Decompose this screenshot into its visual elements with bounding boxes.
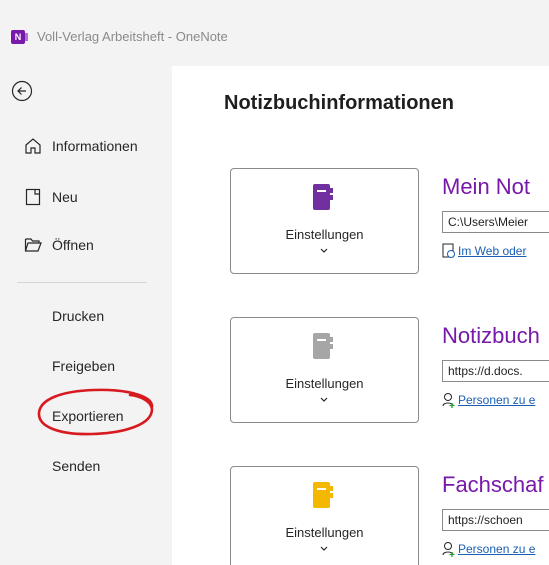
window-title: Voll-Verlag Arbeitsheft - OneNote xyxy=(37,29,228,44)
notebook-name: Fachschaf xyxy=(442,472,544,497)
notebook-path-field[interactable]: https://schoen xyxy=(442,509,549,531)
sidebar-item-freigeben[interactable]: Freigeben xyxy=(52,358,115,374)
share-link[interactable]: Personen zu e xyxy=(458,542,535,556)
folder-open-icon xyxy=(23,235,43,255)
settings-label: Einstellungen xyxy=(285,525,364,540)
title-bar: N Voll-Verlag Arbeitsheft - OneNote xyxy=(0,0,549,66)
back-button[interactable] xyxy=(11,80,33,102)
home-icon xyxy=(23,136,43,156)
add-person-icon xyxy=(442,542,455,557)
sidebar-item-exportieren[interactable]: Exportieren xyxy=(52,408,124,424)
notebook-name: Notizbuch xyxy=(442,323,540,348)
chevron-down-icon xyxy=(320,397,328,402)
share-link-row[interactable]: Personen zu e xyxy=(442,392,535,408)
chevron-down-icon xyxy=(320,546,328,551)
notebook-icon xyxy=(313,184,333,210)
sidebar-item-label: Neu xyxy=(52,189,78,205)
new-page-icon xyxy=(23,187,43,207)
notebook-icon xyxy=(313,482,333,508)
onenote-logo-icon: N xyxy=(11,30,28,44)
sidebar-item-oeffnen[interactable]: Öffnen xyxy=(23,233,94,257)
share-link[interactable]: Personen zu e xyxy=(458,393,535,407)
notebook-icon xyxy=(313,333,333,359)
sidebar-item-informationen[interactable]: Informationen xyxy=(23,134,138,158)
chevron-down-icon xyxy=(320,248,328,253)
share-link-row[interactable]: Personen zu e xyxy=(442,541,535,557)
sidebar-item-label: Informationen xyxy=(52,138,138,154)
notebook-settings-button[interactable]: Einstellungen xyxy=(230,466,419,565)
sidebar-item-drucken[interactable]: Drucken xyxy=(52,308,104,324)
notebook-settings-button[interactable]: Einstellungen xyxy=(230,317,419,423)
sidebar-item-label: Öffnen xyxy=(52,237,94,253)
share-link-row[interactable]: Im Web oder xyxy=(442,243,526,259)
sidebar-item-neu[interactable]: Neu xyxy=(23,185,78,209)
settings-label: Einstellungen xyxy=(285,376,364,391)
add-person-icon xyxy=(442,393,455,408)
sidebar-item-senden[interactable]: Senden xyxy=(52,458,100,474)
notebook-path-field[interactable]: https://d.docs. xyxy=(442,360,549,382)
back-arrow-icon xyxy=(11,80,33,102)
web-share-icon xyxy=(442,243,455,258)
notebook-list: Einstellungen Mein Not C:\Users\Meier Im… xyxy=(172,66,549,565)
notebook-path-field[interactable]: C:\Users\Meier xyxy=(442,211,549,233)
sidebar-divider xyxy=(17,282,147,283)
settings-label: Einstellungen xyxy=(285,227,364,242)
notebook-name: Mein Not xyxy=(442,174,531,199)
share-link[interactable]: Im Web oder xyxy=(458,244,526,258)
backstage-sidebar: Informationen Neu Öffnen Drucken Freigeb… xyxy=(0,66,172,565)
notebook-settings-button[interactable]: Einstellungen xyxy=(230,168,419,274)
